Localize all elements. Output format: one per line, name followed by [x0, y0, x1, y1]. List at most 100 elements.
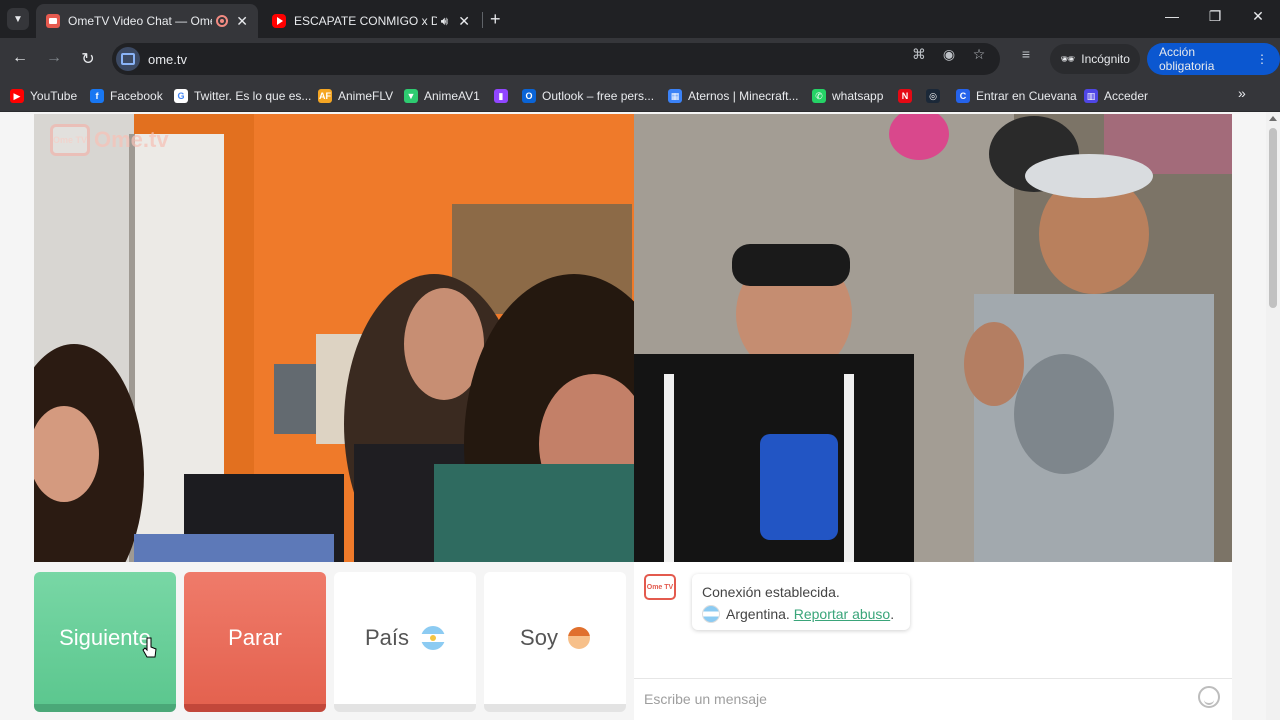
incognito-indicator[interactable]: 🕶︎ Incógnito — [1050, 44, 1140, 74]
country-filter-button[interactable]: País — [334, 572, 476, 712]
restore-icon[interactable]: ❐ — [1205, 8, 1225, 25]
system-message: Conexión establecida. Argentina. Reporta… — [692, 574, 910, 630]
bookmark-label: whatsapp — [832, 89, 884, 103]
animeav1-icon: ▼ — [404, 89, 418, 103]
more-bookmarks-icon[interactable]: » — [1238, 85, 1246, 101]
close-window-icon[interactable]: ✕ — [1248, 8, 1268, 25]
ometv-logo-icon: Ome TV — [50, 124, 90, 156]
bookmark-facebook[interactable]: f Facebook — [90, 86, 163, 106]
next-button-label: Siguiente — [59, 625, 151, 650]
incognito-label: Incógnito — [1081, 52, 1130, 66]
address-bar[interactable]: ome.tv — [112, 43, 1000, 75]
bookmark-label: Facebook — [110, 89, 163, 103]
bookmark-entrar-en-cuevana[interactable]: C Entrar en Cuevana — [956, 86, 1077, 106]
reload-icon[interactable]: ↻ — [78, 49, 98, 69]
google-icon: G — [174, 89, 188, 103]
outlook-icon: O — [522, 89, 536, 103]
steam-icon: ◎ — [926, 89, 940, 103]
new-tab-button[interactable]: + — [490, 9, 501, 30]
stop-button-label: Parar — [228, 625, 282, 650]
bookmark-star-icon[interactable]: ☆ — [970, 46, 988, 63]
required-action-label: Acción obligatoria — [1159, 45, 1215, 73]
bookmark-twitter-es-lo-que-es[interactable]: G Twitter. Es lo que es... — [174, 86, 311, 106]
local-video: Ome TV Ome.tv — [34, 114, 634, 562]
bookmark-label: Aternos | Minecraft... — [688, 89, 799, 103]
argentina-flag-icon — [421, 626, 446, 650]
forward-icon[interactable]: → — [44, 49, 64, 67]
bookmark-youtube[interactable]: ▶ YouTube — [10, 86, 77, 106]
scroll-up-arrow-icon[interactable] — [1269, 116, 1277, 121]
cuevana-icon: C — [956, 89, 970, 103]
chevron-down-icon: ▼ — [13, 13, 23, 25]
tab-divider — [482, 12, 483, 28]
bookmark-animeav1[interactable]: ▼ AnimeAV1 — [404, 86, 480, 106]
recording-icon — [216, 15, 229, 27]
back-icon[interactable]: ← — [10, 49, 30, 67]
minimize-icon[interactable]: — — [1162, 8, 1182, 24]
translate-icon[interactable]: ⌘ — [910, 46, 928, 63]
gender-button-label: Soy — [520, 625, 558, 650]
aternos-icon: ▦ — [668, 89, 682, 103]
tab-strip: ▼ OmeTV Video Chat — Ome ✕ ESCAPATE CONM… — [0, 0, 1280, 38]
acceder-icon: ▥ — [1084, 89, 1098, 103]
connection-status-text: Conexión establecida. — [702, 584, 840, 600]
whatsapp-icon: ✆ — [812, 89, 826, 103]
gender-filter-button[interactable]: Soy — [484, 572, 626, 712]
bookmark-label: AnimeAV1 — [424, 89, 480, 103]
message-input-placeholder: Escribe un mensaje — [644, 690, 767, 707]
reading-list-icon[interactable]: ≡ — [1017, 46, 1035, 62]
local-video-frame — [34, 114, 634, 562]
remote-video-frame — [634, 114, 1232, 562]
audio-playing-icon[interactable]: 🔊︎ — [441, 14, 449, 29]
emoji-icon[interactable] — [1198, 686, 1220, 708]
bookmark-label: AnimeFLV — [338, 89, 394, 103]
site-info-icon[interactable] — [116, 47, 140, 71]
ometv-chat-logo-icon: Ome TV — [644, 574, 676, 600]
partner-country-line: Argentina. Reportar abuso. — [702, 603, 900, 625]
bookmark-label: Twitter. Es lo que es... — [194, 89, 312, 103]
required-action-button[interactable]: Acción obligatoria ⋮ — [1147, 43, 1280, 75]
bookmark-aternos-minecraft[interactable]: ▦ Aternos | Minecraft... — [668, 86, 799, 106]
chat-panel: Ome TV Conexión establecida. Argentina. … — [634, 562, 1232, 720]
tracking-protection-eye-icon[interactable]: ◉ — [940, 46, 958, 63]
facebook-icon: f — [90, 89, 104, 103]
bookmark-label: Outlook – free pers... — [542, 89, 655, 103]
tab-youtube-video[interactable]: ESCAPATE CONMIGO x Dj B 🔊︎ ✕ — [262, 4, 480, 38]
browser-toolbar: ← → ↻ ome.tv ⌘ ◉ ☆ ≡ 🕶︎ Incógnito Acción… — [0, 38, 1280, 80]
country-button-label: País — [364, 625, 410, 650]
bookmark-animeflv[interactable]: AF AnimeFLV — [318, 86, 393, 106]
bookmark-acceder[interactable]: ▥ Acceder — [1084, 86, 1148, 106]
url-text[interactable]: ome.tv — [148, 52, 187, 67]
message-input[interactable]: Escribe un mensaje — [634, 678, 1232, 718]
close-tab-icon[interactable]: ✕ — [458, 13, 470, 30]
partner-country-text: Argentina. — [726, 606, 790, 622]
close-tab-icon[interactable]: ✕ — [236, 13, 248, 30]
incognito-icon: 🕶︎ — [1060, 52, 1076, 66]
youtube-favicon-icon — [272, 14, 286, 28]
page-scrollbar[interactable] — [1266, 112, 1280, 720]
ometv-logo[interactable]: Ome TV Ome.tv — [50, 124, 169, 156]
argentina-flag-icon — [702, 605, 720, 623]
tab-title: ESCAPATE CONMIGO x Dj B — [294, 14, 437, 28]
bookmark-steam[interactable]: ◎ — [926, 86, 946, 106]
youtube-icon: ▶ — [10, 89, 24, 103]
boy-emoji-icon — [567, 627, 590, 649]
bookmark-whatsapp[interactable]: ✆ whatsapp — [812, 86, 883, 106]
hand-cursor-icon — [142, 637, 157, 658]
stop-button[interactable]: Parar — [184, 572, 326, 712]
kebab-menu-icon[interactable]: ⋮ — [1256, 52, 1268, 66]
scrollbar-thumb[interactable] — [1269, 128, 1277, 308]
bookmarks-bar: ▶ YouTube f Facebook G Twitter. Es lo que es.… — [0, 80, 1280, 112]
animeflv-icon: AF — [318, 89, 332, 103]
tab-title: OmeTV Video Chat — Ome — [68, 14, 213, 28]
tab-search-button[interactable]: ▼ — [7, 8, 29, 30]
report-abuse-link[interactable]: Reportar abuso — [794, 606, 891, 622]
bookmark-label: Entrar en Cuevana — [976, 89, 1077, 103]
bookmark-netflix[interactable]: N — [898, 86, 918, 106]
remote-video — [634, 114, 1232, 562]
tab-ometv[interactable]: OmeTV Video Chat — Ome ✕ — [36, 4, 258, 38]
bookmark-twitch[interactable]: ▮ — [494, 86, 514, 106]
bookmark-outlook-free-pers[interactable]: O Outlook – free pers... — [522, 86, 654, 106]
twitch-icon: ▮ — [494, 89, 508, 103]
bookmark-label: Acceder — [1104, 89, 1149, 103]
